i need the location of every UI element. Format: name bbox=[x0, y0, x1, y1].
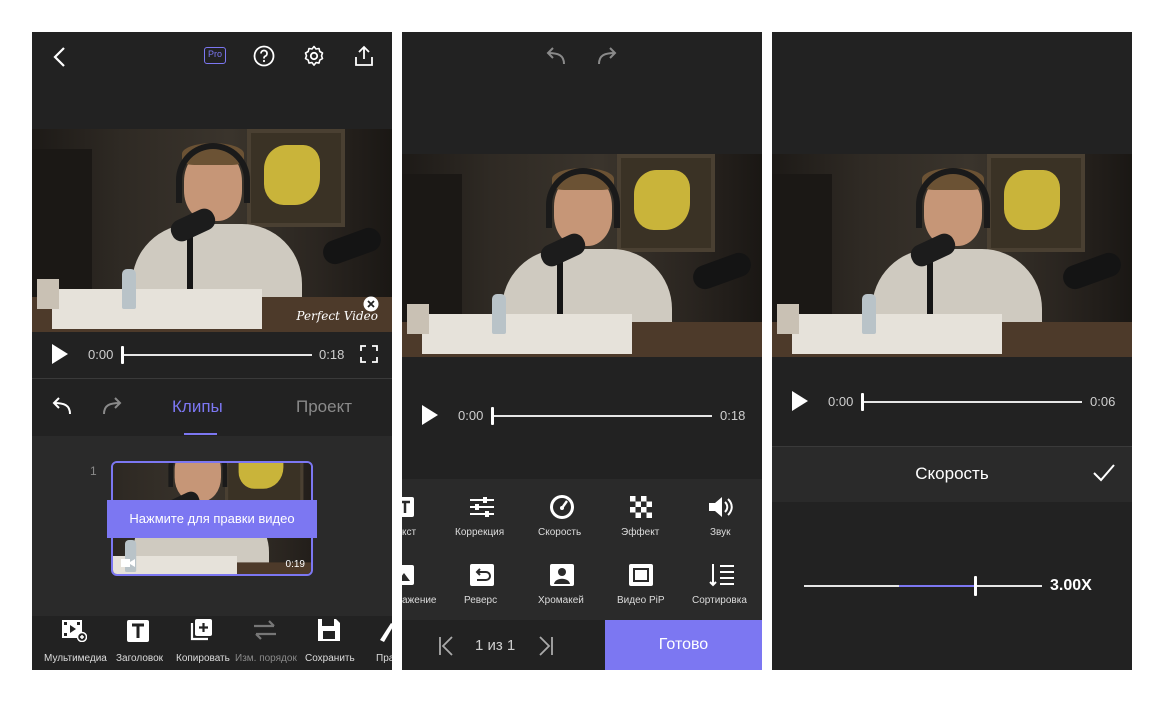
speed-value: 3.00X bbox=[1050, 577, 1092, 594]
fullscreen-icon[interactable] bbox=[360, 345, 378, 363]
toolbar-label-reorder: Изм. порядок bbox=[235, 653, 297, 664]
screen-tools: 0:00 0:18 кст Коррекция Скорость Эффект … bbox=[402, 32, 762, 670]
total-time: 0:18 bbox=[720, 408, 746, 423]
pro-badge-icon[interactable]: Pro bbox=[204, 47, 226, 64]
sliders-icon[interactable] bbox=[469, 496, 495, 518]
play-icon[interactable] bbox=[50, 343, 70, 365]
image-icon[interactable] bbox=[402, 564, 416, 586]
undo-icon[interactable] bbox=[544, 46, 568, 66]
tool-label-sound: Звук bbox=[710, 527, 731, 538]
video-preview[interactable]: Perfect Video bbox=[32, 129, 392, 332]
copy-icon[interactable] bbox=[189, 618, 213, 642]
tool-label-effect: Эффект bbox=[621, 527, 660, 538]
help-icon[interactable] bbox=[253, 45, 275, 67]
text-icon[interactable] bbox=[402, 496, 416, 518]
clip-duration: 0:19 bbox=[285, 559, 305, 570]
redo-icon[interactable] bbox=[100, 396, 124, 416]
timeline-bar[interactable] bbox=[862, 401, 1082, 403]
tool-label-chroma: Хромакей bbox=[538, 595, 584, 606]
screen-editor-main: Pro Perfect Video 0:00 0:18 Клипы Проект… bbox=[32, 32, 392, 670]
video-preview[interactable] bbox=[772, 154, 1132, 357]
tool-label-sort: Сортировка bbox=[692, 595, 747, 606]
toolbar-label-brush: Пра bbox=[376, 653, 392, 664]
toolbar-label-save: Сохранить bbox=[305, 653, 355, 664]
current-time: 0:00 bbox=[88, 347, 114, 362]
tool-label-speed: Скорость bbox=[538, 527, 582, 538]
sort-icon[interactable] bbox=[709, 563, 735, 587]
current-time: 0:00 bbox=[458, 408, 484, 423]
brush-icon[interactable] bbox=[377, 619, 392, 643]
tab-project[interactable]: Проект bbox=[296, 397, 352, 417]
speed-slider-knob[interactable] bbox=[974, 576, 977, 596]
video-camera-icon bbox=[121, 559, 135, 567]
play-icon[interactable] bbox=[790, 390, 810, 412]
redo-icon[interactable] bbox=[595, 46, 619, 66]
pro-badge-label: Pro bbox=[207, 49, 222, 59]
speed-slider-fill bbox=[899, 585, 975, 587]
toolbar-label-copy: Копировать bbox=[176, 653, 230, 664]
back-arrow-icon[interactable] bbox=[50, 46, 70, 68]
timeline-bar[interactable] bbox=[492, 415, 712, 417]
clip-index: 1 bbox=[90, 464, 97, 478]
done-button[interactable]: Готово bbox=[605, 620, 762, 670]
checker-icon[interactable] bbox=[630, 496, 652, 518]
timeline-bar[interactable] bbox=[122, 354, 312, 356]
gear-icon[interactable] bbox=[303, 45, 325, 67]
play-icon[interactable] bbox=[420, 404, 440, 426]
timeline-knob[interactable] bbox=[491, 407, 494, 425]
tab-clips-underline bbox=[184, 433, 217, 435]
speed-title: Скорость bbox=[915, 464, 989, 483]
video-preview[interactable] bbox=[402, 154, 762, 357]
reorder-icon[interactable] bbox=[252, 619, 278, 641]
checkmark-icon[interactable] bbox=[1092, 463, 1116, 483]
done-button-label: Готово bbox=[658, 636, 709, 653]
current-time: 0:00 bbox=[828, 394, 854, 409]
media-icon[interactable] bbox=[61, 618, 87, 642]
undo-icon[interactable] bbox=[50, 396, 74, 416]
timeline-knob[interactable] bbox=[861, 393, 864, 411]
toolbar-label-title: Заголовок bbox=[116, 653, 164, 664]
edit-tooltip[interactable]: Нажмите для правки видео bbox=[107, 500, 317, 538]
tool-label-text: кст bbox=[402, 527, 417, 538]
title-icon[interactable] bbox=[126, 619, 150, 643]
edit-tooltip-text: Нажмите для правки видео bbox=[129, 511, 295, 526]
watermark-close-icon[interactable] bbox=[363, 296, 379, 312]
speaker-icon[interactable] bbox=[708, 495, 734, 519]
speed-header: Скорость bbox=[772, 446, 1132, 502]
chroma-icon[interactable] bbox=[550, 564, 574, 586]
tool-label-image: ажение bbox=[402, 595, 437, 606]
tool-label-pip: Видео PiP bbox=[617, 595, 665, 606]
reverse-icon[interactable] bbox=[470, 564, 494, 586]
pip-icon[interactable] bbox=[629, 564, 653, 586]
pager-text: 1 из 1 bbox=[475, 637, 516, 654]
tab-clips[interactable]: Клипы bbox=[172, 397, 223, 417]
speedometer-icon[interactable] bbox=[549, 494, 575, 520]
total-time: 0:18 bbox=[319, 347, 345, 362]
tool-label-correction: Коррекция bbox=[455, 527, 505, 538]
screen-speed: 0:00 0:06 Скорость 3.00X bbox=[772, 32, 1132, 670]
timeline-knob[interactable] bbox=[121, 346, 124, 364]
first-clip-icon[interactable] bbox=[438, 636, 454, 656]
toolbar-label-media: Мультимедиа bbox=[44, 653, 107, 664]
last-clip-icon[interactable] bbox=[538, 636, 554, 656]
tool-label-reverse: Реверс bbox=[464, 595, 498, 606]
divider bbox=[32, 378, 392, 379]
share-upload-icon[interactable] bbox=[353, 45, 375, 67]
total-time: 0:06 bbox=[1090, 394, 1116, 409]
save-icon[interactable] bbox=[317, 618, 341, 642]
